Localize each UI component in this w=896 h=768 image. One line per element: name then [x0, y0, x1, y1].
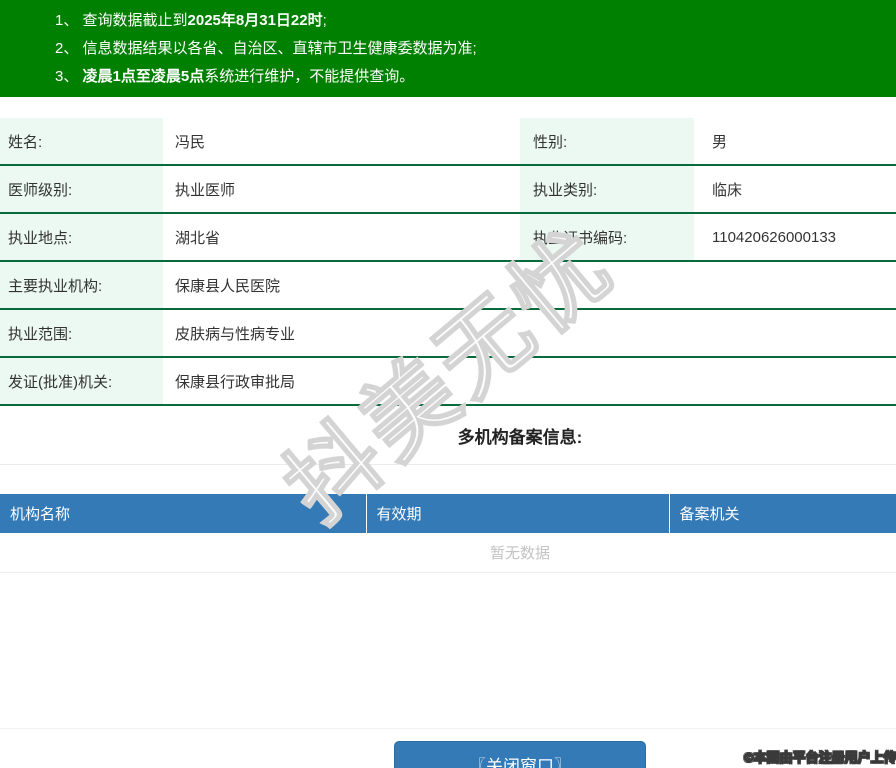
multi-institution-record-table: 机构名称 有效期 备案机关 暂无数据	[0, 494, 896, 573]
record-table-header-row: 机构名称 有效期 备案机关	[0, 494, 896, 533]
table-row: 主要执业机构: 保康县人民医院	[0, 261, 896, 310]
field-label-name: 姓名:	[0, 118, 163, 166]
bottom-divider	[0, 728, 896, 729]
empty-data-message: 暂无数据	[0, 533, 896, 573]
field-label-practice-scope: 执业范围:	[0, 309, 163, 358]
column-header-validity-period: 有效期	[365, 494, 669, 533]
notice-number: 1、	[55, 12, 83, 29]
practitioner-info-table: 姓名: 冯民 性别: 男 医师级别: 执业医师 执业类别: 临床 执业地点: 湖…	[0, 118, 896, 406]
table-row: 执业范围: 皮肤病与性病专业	[0, 309, 896, 358]
table-row: 发证(批准)机关: 保康县行政审批局	[0, 357, 896, 406]
query-result-page: 1、 查询数据截止到2025年8月31日22时; 2、 信息数据结果以各省、自治…	[0, 0, 896, 768]
notice-line-1: 1、 查询数据截止到2025年8月31日22时;	[55, 7, 896, 35]
notice-number: 3、	[55, 68, 83, 85]
notice-banner: 1、 查询数据截止到2025年8月31日22时; 2、 信息数据结果以各省、自治…	[0, 0, 896, 97]
field-value-practice-category: 临床	[694, 165, 896, 214]
field-label-issuing-authority: 发证(批准)机关:	[0, 357, 163, 406]
notice-text: ;	[322, 12, 327, 29]
table-row: 医师级别: 执业医师 执业类别: 临床	[0, 165, 896, 214]
field-label-practice-location: 执业地点:	[0, 213, 163, 262]
field-label-certificate-number: 执业证书编码:	[520, 213, 694, 262]
notice-text: 系统进行维护，不能提供查询。	[204, 68, 415, 85]
image-credit-text: ©本图由平台注册用户上传	[744, 750, 896, 766]
column-header-record-authority: 备案机关	[668, 494, 896, 533]
notice-number: 2、	[55, 40, 83, 57]
field-label-practice-category: 执业类别:	[520, 165, 694, 214]
field-value-practice-location: 湖北省	[163, 213, 520, 262]
field-value-practice-scope: 皮肤病与性病专业	[163, 309, 896, 358]
notice-text: 信息数据结果以各省、自治区、直辖市卫生健康委数据为准;	[82, 40, 477, 57]
notice-text: 查询数据截止到	[82, 12, 188, 29]
table-row: 姓名: 冯民 性别: 男	[0, 118, 896, 166]
field-value-certificate-number: 110420626000133	[694, 213, 896, 262]
field-label-doctor-level: 医师级别:	[0, 165, 163, 214]
close-window-button[interactable]: 〖关闭窗口〗	[394, 741, 646, 768]
field-label-main-institution: 主要执业机构:	[0, 261, 163, 310]
record-table-empty-row: 暂无数据	[0, 533, 896, 573]
notice-bold-text: 凌晨1点至凌晨5点	[82, 68, 205, 85]
field-label-gender: 性别:	[520, 118, 694, 166]
field-value-doctor-level: 执业医师	[163, 165, 520, 214]
field-value-gender: 男	[694, 118, 896, 166]
notice-line-2: 2、 信息数据结果以各省、自治区、直辖市卫生健康委数据为准;	[55, 35, 896, 63]
notice-line-3: 3、 凌晨1点至凌晨5点系统进行维护，不能提供查询。	[55, 63, 896, 91]
field-value-main-institution: 保康县人民医院	[163, 261, 896, 310]
notice-bold-text: 2025年8月31日22时	[187, 12, 323, 29]
column-header-institution-name: 机构名称	[0, 494, 366, 533]
multi-institution-section-title: 多机构备案信息:	[0, 406, 896, 465]
field-value-name: 冯民	[163, 118, 520, 166]
table-row: 执业地点: 湖北省 执业证书编码: 110420626000133	[0, 213, 896, 262]
field-value-issuing-authority: 保康县行政审批局	[163, 357, 896, 406]
